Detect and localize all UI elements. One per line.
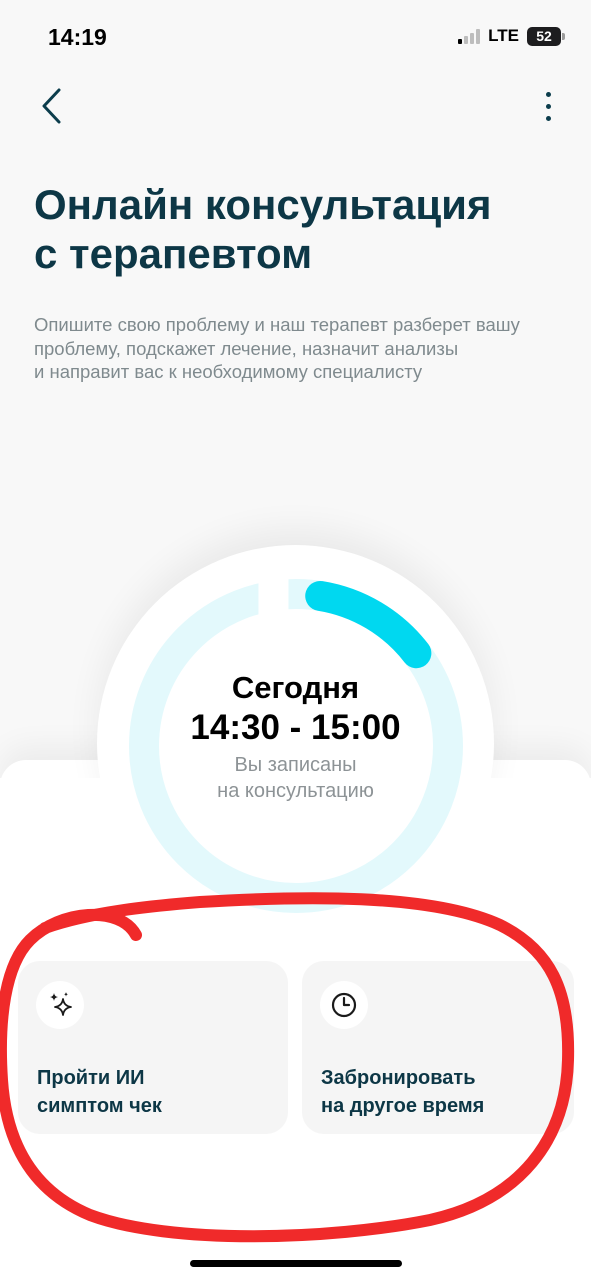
battery-icon: 52 — [527, 26, 565, 46]
reschedule-card[interactable]: Забронировать на другое время — [302, 961, 574, 1134]
appointment-status: Вы записаны на консультацию — [217, 754, 374, 802]
appointment-time: 14:30 - 15:00 — [190, 708, 401, 747]
more-vertical-icon — [545, 91, 551, 121]
reschedule-label: Забронировать на другое время — [321, 1067, 485, 1117]
ai-symptom-check-card[interactable]: Пройти ИИ симптом чек — [18, 961, 288, 1134]
clock-icon — [320, 981, 368, 1029]
sparkles-icon — [36, 981, 84, 1029]
status-indicators: LTE 52 — [458, 26, 565, 46]
page-description: Опишите свою проблему и наш терапевт раз… — [34, 314, 520, 382]
status-bar: 14:19 LTE 52 — [0, 0, 591, 72]
ai-symptom-check-label: Пройти ИИ симптом чек — [37, 1067, 162, 1117]
back-button[interactable] — [32, 84, 76, 128]
status-time: 14:19 — [48, 24, 107, 50]
home-indicator — [190, 1260, 402, 1267]
ring-progress — [305, 580, 432, 669]
more-menu-button[interactable] — [533, 84, 563, 128]
battery-level: 52 — [536, 28, 552, 44]
network-type: LTE — [488, 26, 519, 45]
chevron-left-icon — [42, 88, 61, 124]
appointment-day: Сегодня — [231, 670, 360, 705]
signal-icon — [458, 28, 481, 44]
page-title: Онлайн консультация с терапевтом — [34, 181, 492, 277]
